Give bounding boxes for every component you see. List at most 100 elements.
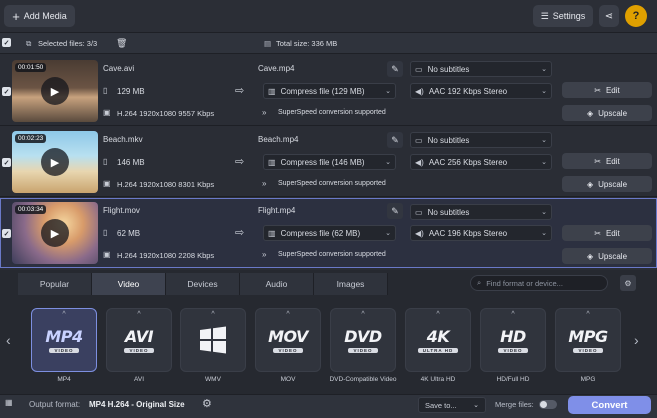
play-icon[interactable]: ▶ [41,219,69,247]
superspeed-icon: » [262,108,267,117]
compress-dropdown[interactable]: ▥ Compress file (62 MB) ⌄ [263,225,396,241]
trash-icon[interactable]: 🗑 [116,38,127,49]
hd-sub: VIDEO [498,348,528,353]
chevron-up-icon: ^ [211,311,215,318]
mov-sub: VIDEO [273,348,303,353]
subtitles-label: No subtitles [427,207,470,217]
output-file-name: Flight.mp4 [258,206,296,215]
audio-dropdown[interactable]: ◀) AAC 196 Kbps Stereo ⌄ [410,225,552,241]
file-checkbox[interactable]: ✓ [2,87,11,96]
share-icon: ⋖ [604,10,614,22]
add-media-button[interactable]: + Add Media [4,5,75,27]
format-tile-4k[interactable]: ^ 4K ULTRA HD [405,308,471,372]
video-thumbnail[interactable]: 00:03:34 ▶ [12,202,98,264]
format-settings-icon[interactable]: ⚙ [620,275,636,291]
subtitles-icon: ▭ [415,207,423,217]
subtitles-dropdown[interactable]: ▭ No subtitles ⌄ [410,204,552,220]
speaker-icon: ◀) [415,86,424,96]
gear-icon[interactable]: ⚙ [202,397,212,410]
chevron-down-icon: ⌄ [473,402,479,409]
selected-files-count: Selected files: 3/3 [38,39,98,48]
file-size: 146 MB [117,158,145,167]
edit-button[interactable]: ✂ Edit [562,153,652,169]
search-placeholder: Find format or device... [486,278,563,288]
superspeed-status: SuperSpeed conversion supported [278,251,386,258]
rename-icon[interactable]: ✎ [387,61,403,77]
upscale-button[interactable]: ◈ Upscale [562,176,652,192]
chevron-left-icon[interactable]: ‹ [6,332,11,348]
format-tile-mpg[interactable]: ^ MPG VIDEO [555,308,621,372]
upscale-button[interactable]: ◈ Upscale [562,105,652,121]
format-tile-dvd[interactable]: ^ DVD VIDEO [330,308,396,372]
convert-arrow-icon: ⇨ [235,156,245,168]
compress-dropdown[interactable]: ▥ Compress file (146 MB) ⌄ [263,154,396,170]
subtitles-dropdown[interactable]: ▭ No subtitles ⌄ [410,61,552,77]
dvd-sub: VIDEO [348,348,378,353]
tab-popular[interactable]: Popular [18,273,92,295]
chevron-right-icon[interactable]: › [634,332,639,348]
chevron-down-icon: ⌄ [541,137,547,144]
ai-icon: ◈ [586,179,594,189]
video-info: H.264 1920x1080 2208 Kbps [117,251,215,260]
rename-icon[interactable]: ✎ [387,132,403,148]
format-tile-hd[interactable]: ^ HD VIDEO [480,308,546,372]
file-size-icon: ▯ [103,157,108,166]
format-label: HD/Full HD [496,376,530,383]
play-icon[interactable]: ▶ [41,77,69,105]
compress-label: Compress file (62 MB) [280,228,361,238]
tab-video[interactable]: Video [92,273,166,295]
mov-logo: MOV [268,327,308,346]
selected-files-icon: ⧉ [26,39,32,48]
mpg-sub: VIDEO [573,348,603,353]
format-tile-mov[interactable]: ^ MOV VIDEO [255,308,321,372]
output-file-name: Beach.mp4 [258,135,299,144]
tab-images[interactable]: Images [314,273,388,295]
format-tile-wmv[interactable]: ^ [180,308,246,372]
video-info: H.264 1920x1080 8301 Kbps [117,180,215,189]
chevron-down-icon: ⌄ [385,159,391,166]
help-button[interactable]: ? [625,5,647,27]
sliders-icon: ☰ [540,10,549,21]
audio-label: AAC 192 Kbps Stereo [428,86,508,96]
edit-button[interactable]: ✂ Edit [562,225,652,241]
share-button[interactable]: ⋖ [599,5,619,27]
compress-dropdown[interactable]: ▥ Compress file (129 MB) ⌄ [263,83,396,99]
rename-icon[interactable]: ✎ [387,203,403,219]
edit-button[interactable]: ✂ Edit [562,82,652,98]
4k-logo: 4K [426,327,450,346]
settings-button[interactable]: ☰ Settings [533,5,593,27]
superspeed-status: SuperSpeed conversion supported [278,109,386,116]
file-checkbox[interactable]: ✓ [2,158,11,167]
ai-icon: ◈ [586,251,594,261]
edit-label: Edit [605,85,620,95]
format-tile-avi[interactable]: ^ AVI VIDEO [106,308,172,372]
select-all-checkbox[interactable]: ✓ [2,38,11,47]
audio-label: AAC 196 Kbps Stereo [428,228,508,238]
video-info: H.264 1920x1080 9557 Kbps [117,109,215,118]
save-to-dropdown[interactable]: Save to... ⌄ [418,397,486,413]
save-to-label: Save to... [425,400,457,410]
subtitles-label: No subtitles [427,64,470,74]
format-search-input[interactable]: ⌕ Find format or device... [470,275,608,291]
source-file-name: Flight.mov [103,206,140,215]
tab-audio[interactable]: Audio [240,273,314,295]
subtitles-dropdown[interactable]: ▭ No subtitles ⌄ [410,132,552,148]
ai-icon: ◈ [586,108,594,118]
scissors-icon: ✂ [594,228,601,238]
convert-button[interactable]: Convert [568,396,651,414]
format-tile-mp4[interactable]: ^ MP4 VIDEO [31,308,97,372]
output-format-value: MP4 H.264 - Original Size [89,400,185,409]
audio-dropdown[interactable]: ◀) AAC 192 Kbps Stereo ⌄ [410,83,552,99]
file-checkbox[interactable]: ✓ [2,229,11,238]
merge-files-toggle[interactable] [539,400,557,409]
video-thumbnail[interactable]: 00:02:23 ▶ [12,131,98,193]
audio-dropdown[interactable]: ◀) AAC 256 Kbps Stereo ⌄ [410,154,552,170]
upscale-button[interactable]: ◈ Upscale [562,248,652,264]
format-label: 4K Ultra HD [420,376,456,383]
play-icon[interactable]: ▶ [41,148,69,176]
file-size: 62 MB [117,229,141,238]
tab-devices[interactable]: Devices [166,273,240,295]
video-thumbnail[interactable]: 00:01:50 ▶ [12,60,98,122]
compress-icon: ▥ [268,228,276,238]
hd-logo: HD [500,327,526,346]
